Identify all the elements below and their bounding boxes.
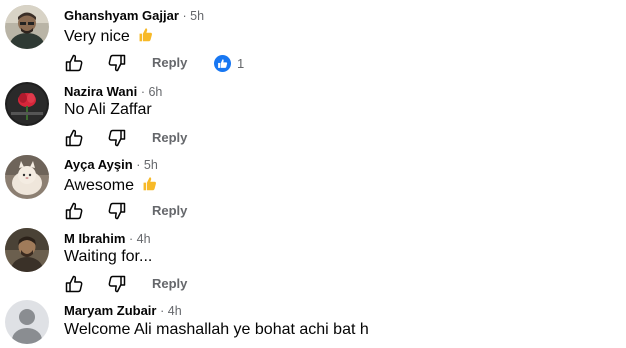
reply-button[interactable]: Reply [152,130,187,145]
comment-timestamp[interactable]: · 6h [141,85,163,99]
reaction-summary[interactable]: 1 [214,53,244,73]
comment-text: No Ali Zaffar [64,101,152,118]
thumbs-up-outline-icon [65,54,83,72]
avatar[interactable] [5,228,49,272]
comment-timestamp[interactable]: · 5h [183,9,205,23]
avatar[interactable] [5,82,49,126]
like-button[interactable] [64,201,84,221]
thumbs-down-outline-icon [108,129,126,147]
thumbs-up-outline-icon [65,275,83,293]
like-button[interactable] [64,274,84,294]
comment-text: Very nice [64,28,130,45]
like-button[interactable] [64,53,84,73]
thumbs-up-outline-icon [65,202,83,220]
dislike-button[interactable] [107,53,127,73]
comment-timestamp[interactable]: · 5h [136,158,158,172]
like-button[interactable] [64,128,84,148]
comment-text: Awesome [64,177,134,194]
dislike-button[interactable] [107,128,127,148]
avatar[interactable] [5,155,49,199]
dislike-button[interactable] [107,201,127,221]
reply-button[interactable]: Reply [152,276,187,291]
reaction-count: 1 [237,55,245,71]
comment-author[interactable]: Ghanshyam Gajjar [64,8,179,23]
comment-author[interactable]: Nazira Wani [64,84,137,99]
comment-timestamp[interactable]: · 4h [160,304,182,318]
like-reaction-icon [214,54,231,72]
thumbs-up-emoji-icon [137,26,154,48]
comment-timestamp[interactable]: · 4h [129,232,151,246]
comment-author[interactable]: M Ibrahim [64,231,125,246]
dislike-button[interactable] [107,274,127,294]
thumbs-down-outline-icon [108,202,126,220]
reply-button[interactable]: Reply [152,203,187,218]
avatar[interactable] [5,5,49,49]
thumbs-up-emoji-icon [141,175,158,197]
avatar[interactable] [5,300,49,344]
comment-text: Welcome Ali mashallah ye bohat achi bat … [64,321,369,338]
thumbs-up-outline-icon [65,129,83,147]
reply-button[interactable]: Reply [152,55,187,70]
comment-author[interactable]: Maryam Zubair [64,303,156,318]
comment-text: Waiting for... [64,248,153,265]
thumbs-down-outline-icon [108,275,126,293]
thumbs-down-outline-icon [108,54,126,72]
comment-author[interactable]: Ayça Ayşin [64,157,133,172]
